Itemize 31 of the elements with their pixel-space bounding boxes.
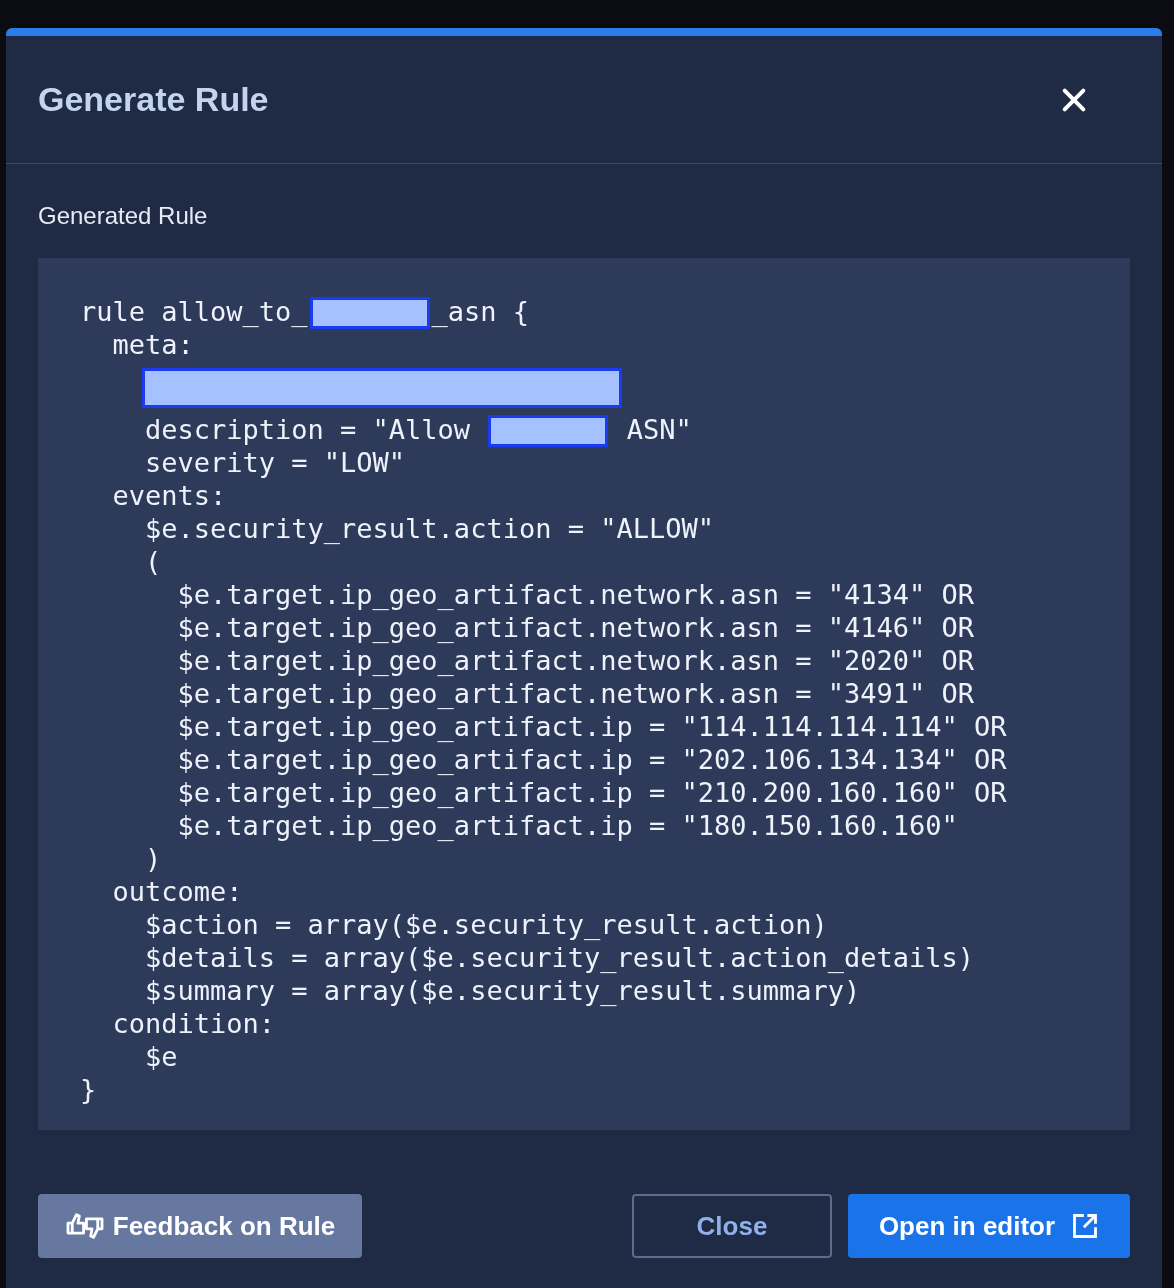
- code-text: $e.target.ip_geo_artifact.network.asn = "4134" OR: [176, 578, 975, 613]
- code-text: $e.target.ip_geo_artifact.ip = "202.106.134.134" OR: [176, 743, 1007, 778]
- feedback-button[interactable]: Feedback on Rule: [38, 1194, 362, 1258]
- code-text: $e: [144, 1040, 178, 1075]
- code-text: $e.target.ip_geo_artifact.ip = "114.114.114.114" OR: [176, 710, 1007, 745]
- code-text: events:: [111, 479, 227, 514]
- code-text: ): [144, 842, 162, 877]
- open-in-editor-button[interactable]: Open in editor: [848, 1194, 1130, 1258]
- code-text: description = "Allow: [144, 413, 472, 448]
- code-text: $e.target.ip_geo_artifact.ip = "210.200.160.160" OR: [176, 776, 1007, 811]
- code-text: $e.target.ip_geo_artifact.network.asn = "2020" OR: [176, 644, 975, 679]
- code-text: ASN": [625, 413, 692, 448]
- code-text: $action = array($e.security_result.action): [144, 908, 828, 943]
- code-text: rule allow_to_: [80, 295, 308, 330]
- dialog-title: Generate Rule: [38, 79, 269, 120]
- section-label: Generated Rule: [38, 201, 209, 231]
- code-text: }: [80, 1073, 97, 1108]
- code-text: $summary = array($e.security_result.summary): [144, 974, 861, 1009]
- code-text: outcome:: [111, 875, 243, 910]
- code-text: _asn {: [431, 295, 530, 330]
- code-text: $e.security_result.action = "ALLOW": [144, 512, 714, 547]
- external-link-icon: [1071, 1212, 1100, 1240]
- code-text: severity = "LOW": [144, 446, 406, 481]
- code-text: $details = array($e.security_result.action_details): [144, 941, 975, 976]
- code-text: (: [144, 545, 162, 580]
- code-text: $e.target.ip_geo_artifact.network.asn = "3491" OR: [176, 677, 975, 712]
- code-text: condition:: [111, 1007, 276, 1042]
- code-text: meta:: [111, 328, 194, 363]
- code-text: $e.target.ip_geo_artifact.network.asn = "4146" OR: [176, 611, 975, 646]
- code-text: $e.target.ip_geo_artifact.ip = "180.150.160.160": [176, 809, 958, 844]
- close-button[interactable]: Close: [632, 1194, 832, 1258]
